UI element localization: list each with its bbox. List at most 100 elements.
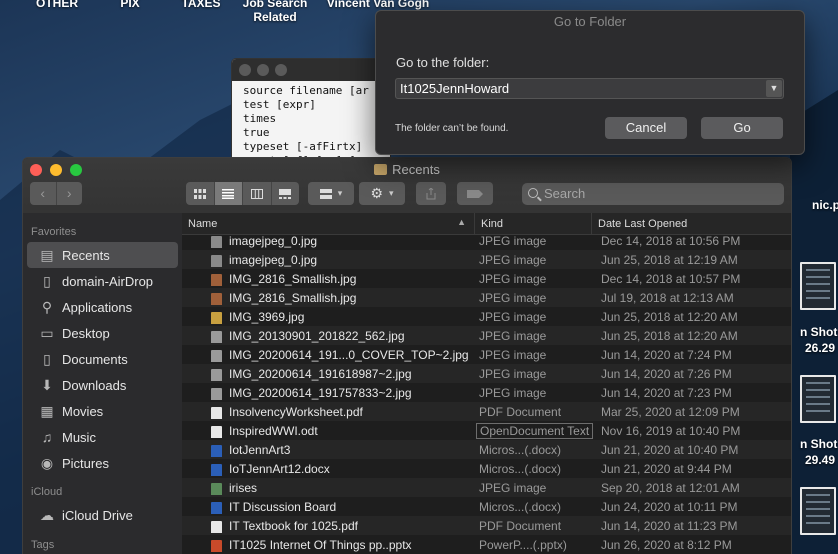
- table-row[interactable]: IMG_3969.jpg JPEG image Jun 25, 2018 at 12…: [182, 307, 791, 326]
- desktop-folder-van-gogh[interactable]: Vincent Van Gogh: [322, 0, 434, 10]
- gallery-view-button[interactable]: [272, 182, 300, 205]
- file-kind: JPEG image: [479, 252, 547, 267]
- chevron-down-icon: ▾: [389, 188, 394, 198]
- go-button[interactable]: Go: [701, 117, 783, 139]
- table-row[interactable]: IMG_20200614_191618987~2.jpg JPEG image Ju…: [182, 364, 791, 383]
- sidebar-item-label: Music: [62, 429, 96, 445]
- applications-icon: ⚲: [41, 298, 53, 315]
- file-date: Jul 19, 2018 at 12:13 AM: [601, 290, 734, 305]
- sidebar-item-label: Recents: [62, 247, 110, 263]
- table-row[interactable]: IT1025 Internet Of Things pp..pptx PowerP…: [182, 535, 791, 554]
- column-header-date[interactable]: Date Last Opened: [592, 213, 791, 234]
- table-row[interactable]: IT Discussion Board Micros...(.docx) Jun 2…: [182, 497, 791, 516]
- column-view-button[interactable]: [243, 182, 272, 205]
- sidebar-item-label: Downloads: [62, 377, 127, 393]
- file-date: Jun 25, 2018 at 12:19 AM: [601, 252, 738, 267]
- desktop-screenshot-thumb[interactable]: [800, 487, 836, 535]
- file-date: Nov 16, 2019 at 10:40 PM: [601, 423, 741, 438]
- file-kind-cell: JPEG image: [475, 234, 592, 248]
- sidebar-item-label: Applications: [62, 299, 133, 315]
- file-date: Jun 14, 2020 at 7:26 PM: [601, 366, 732, 381]
- sidebar-item-music[interactable]: ♫ Music: [23, 424, 182, 450]
- table-row[interactable]: IMG_20200614_191...0_COVER_TOP~2.jpg JPEG…: [182, 345, 791, 364]
- table-row[interactable]: IMG_20200614_191757833~2.jpg JPEG image Ju…: [182, 383, 791, 402]
- column-date-label: Date Last Opened: [598, 218, 688, 230]
- file-kind: JPEG image: [479, 347, 547, 362]
- column-header-kind[interactable]: Kind: [475, 213, 592, 234]
- file-name: IT Discussion Board: [229, 499, 337, 514]
- file-name-cell: IMG_20130901_201822_562.jpg: [182, 329, 475, 343]
- file-kind: PowerP....(.pptx): [479, 537, 567, 552]
- file-kind: Micros...(.docx): [479, 499, 562, 514]
- column-header-name[interactable]: Name ▲: [182, 213, 475, 234]
- close-icon[interactable]: [239, 64, 251, 76]
- file-name: IMG_20200614_191618987~2.jpg: [229, 366, 412, 381]
- table-row[interactable]: IoTJennArt12.docx Micros...(.docx) Jun 21,…: [182, 459, 791, 478]
- file-date: Jun 25, 2018 at 12:20 AM: [601, 328, 738, 343]
- document-icon: ▯: [43, 272, 51, 289]
- folder-icon: [374, 164, 388, 175]
- search-field[interactable]: Search: [522, 183, 784, 205]
- icon-view-button[interactable]: [186, 182, 215, 205]
- column-kind-label: Kind: [481, 218, 504, 230]
- sidebar-item-label: Documents: [62, 351, 128, 367]
- list-view-button[interactable]: [214, 182, 243, 205]
- table-row[interactable]: IMG_2816_Smallish.jpg JPEG image Dec 14, 2…: [182, 269, 791, 288]
- sidebar-item-pictures[interactable]: ◉ Pictures: [23, 450, 182, 476]
- table-row[interactable]: IMG_20130901_201822_562.jpg JPEG image Jun…: [182, 326, 791, 345]
- table-row[interactable]: irises JPEG image Sep 20, 2018 at 12:01 AM: [182, 478, 791, 497]
- action-button[interactable]: ⚙ ▾: [359, 182, 405, 205]
- desktop-folder-taxes[interactable]: TAXES: [177, 0, 225, 10]
- file-kind-cell: JPEG image: [475, 253, 592, 267]
- search-placeholder[interactable]: Search: [544, 186, 585, 201]
- sidebar-item-domain-airdrop[interactable]: ▯ domain-AirDrop: [23, 268, 182, 294]
- table-row[interactable]: imagejpeg_0.jpg JPEG image Jun 25, 2018 at…: [182, 250, 791, 269]
- folder-path-input[interactable]: It1025JennHoward ▼: [395, 78, 784, 99]
- desktop-screenshot-thumb[interactable]: [800, 375, 836, 423]
- forward-icon[interactable]: ›: [57, 182, 83, 205]
- file-kind: PDF Document: [479, 518, 562, 533]
- table-row[interactable]: IT Textbook for 1025.pdf PDF Document Jun …: [182, 516, 791, 535]
- file-date: Dec 14, 2018 at 10:56 PM: [601, 233, 741, 248]
- table-row[interactable]: InspiredWWI.odt OpenDocument Text Nov 16, …: [182, 421, 791, 440]
- group-by-button[interactable]: ▾: [308, 182, 354, 205]
- file-kind: JPEG image: [479, 271, 547, 286]
- file-kind: JPEG image: [479, 385, 547, 400]
- desktop-folder-other[interactable]: OTHER: [35, 0, 79, 10]
- back-icon[interactable]: ‹: [30, 182, 57, 205]
- sidebar-item-icloud-drive[interactable]: ☁ iCloud Drive: [23, 502, 182, 528]
- minimize-icon[interactable]: [257, 64, 269, 76]
- share-button[interactable]: [416, 182, 446, 205]
- chevron-down-icon[interactable]: ▼: [766, 80, 782, 97]
- recents-icon: ▤: [40, 246, 54, 263]
- sidebar-item-movies[interactable]: ▦ Movies: [23, 398, 182, 424]
- terminal-window[interactable]: source filename [ar test [expr] times tr…: [231, 58, 391, 168]
- file-icon: [211, 254, 222, 267]
- file-name-cell: IT Textbook for 1025.pdf: [182, 519, 475, 533]
- finder-window: Recents ‹ › ▾ ⚙ ▾ Search Favorites ▤ Rec…: [22, 157, 792, 554]
- file-kind-cell: JPEG image: [475, 386, 592, 400]
- desktop-screenshot-thumb[interactable]: [800, 262, 836, 310]
- table-row[interactable]: IMG_2816_Smallish.jpg JPEG image Jul 19, 2…: [182, 288, 791, 307]
- desktop-folder-pix[interactable]: PIX: [115, 0, 145, 10]
- table-row[interactable]: IotJennArt3 Micros...(.docx) Jun 21, 2020 …: [182, 440, 791, 459]
- sidebar-item-recents[interactable]: ▤ Recents: [27, 242, 178, 268]
- file-date: Jun 21, 2020 at 10:40 PM: [601, 442, 739, 457]
- folder-path-value[interactable]: It1025JennHoward: [400, 81, 509, 96]
- movies-icon: ▦: [40, 402, 54, 419]
- file-kind: Micros...(.docx): [479, 442, 562, 457]
- sidebar-item-documents[interactable]: ▯ Documents: [23, 346, 182, 372]
- desktop-file-pdf[interactable]: nic.pdf: [812, 198, 838, 213]
- sidebar-item-applications[interactable]: ⚲ Applications: [23, 294, 182, 320]
- sidebar-item-desktop[interactable]: ▭ Desktop: [23, 320, 182, 346]
- sidebar-item-downloads[interactable]: ⬇ Downloads: [23, 372, 182, 398]
- file-name-cell: InspiredWWI.odt: [182, 424, 475, 438]
- cancel-button[interactable]: Cancel: [605, 117, 687, 139]
- table-row[interactable]: InsolvencyWorksheet.pdf PDF Document Mar 2…: [182, 402, 791, 421]
- desktop-folder-job-search[interactable]: Job Search Related: [240, 0, 310, 24]
- terminal-titlebar[interactable]: [232, 59, 390, 81]
- tags-button[interactable]: [457, 182, 493, 205]
- zoom-icon[interactable]: [275, 64, 287, 76]
- file-kind-cell: JPEG image: [475, 310, 592, 324]
- file-date: Mar 25, 2020 at 12:09 PM: [601, 404, 740, 419]
